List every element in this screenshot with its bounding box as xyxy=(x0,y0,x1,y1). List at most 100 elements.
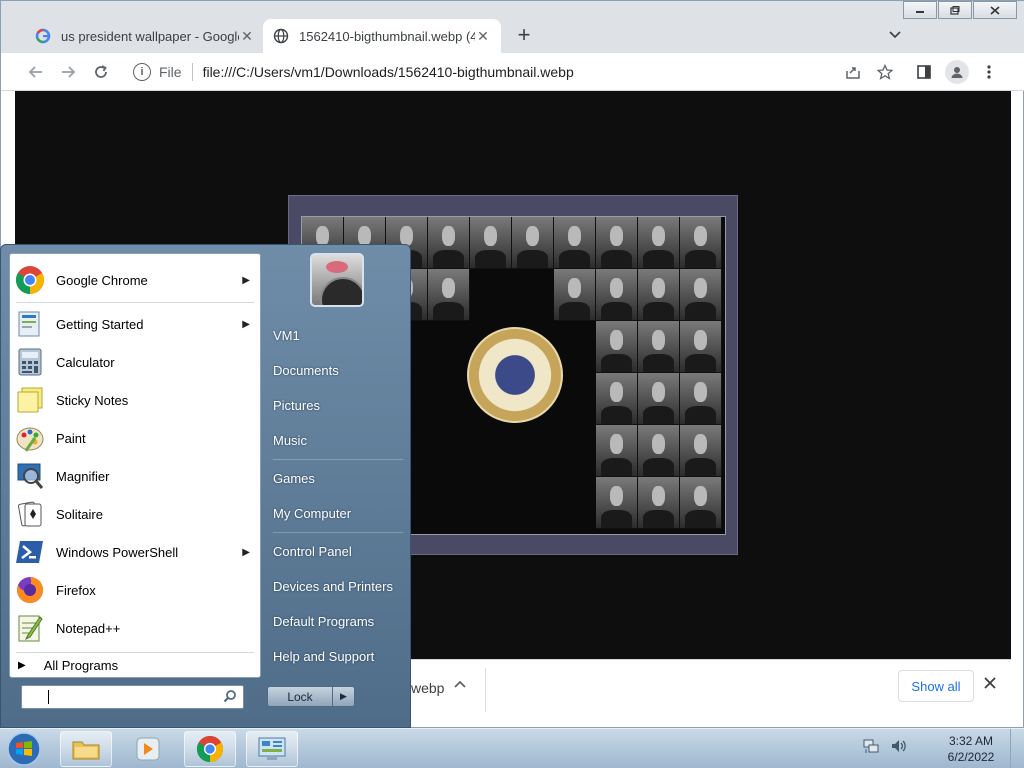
taskbar-chrome[interactable] xyxy=(184,731,236,767)
program-firefox[interactable]: Firefox xyxy=(10,571,260,609)
portrait-suit xyxy=(642,405,675,424)
president-portrait xyxy=(554,269,596,321)
portrait-face xyxy=(358,226,371,246)
program-notepad-plus-plus[interactable]: Notepad++ xyxy=(10,609,260,647)
download-divider xyxy=(485,668,486,712)
president-portrait xyxy=(638,373,680,425)
network-icon[interactable] xyxy=(862,737,880,758)
download-filename[interactable]: webp xyxy=(411,680,444,696)
portrait-face xyxy=(652,278,665,298)
link-help-and-support[interactable]: Help and Support xyxy=(273,649,403,664)
portrait-suit xyxy=(432,249,465,268)
link-default-programs[interactable]: Default Programs xyxy=(273,614,403,629)
tab-title: 1562410-bigthumbnail.webp (45 xyxy=(299,28,475,44)
paint-icon xyxy=(14,422,46,454)
link-music[interactable]: Music xyxy=(273,433,403,448)
profile-avatar-icon[interactable] xyxy=(945,60,969,84)
taskbar-control-panel[interactable] xyxy=(246,731,298,767)
start-menu-places-pane: VM1 Documents Pictures Music Games My Co… xyxy=(263,245,411,729)
tab-google-search[interactable]: us president wallpaper - Google ✕ xyxy=(25,19,265,53)
all-programs-button[interactable]: ▶ All Programs xyxy=(18,658,118,673)
program-google-chrome[interactable]: Google Chrome ▶ xyxy=(10,261,260,299)
portrait-suit xyxy=(558,301,591,320)
start-search-input[interactable] xyxy=(21,685,244,709)
close-tab-icon[interactable]: ✕ xyxy=(475,28,491,45)
reload-icon[interactable] xyxy=(90,61,112,83)
president-portrait xyxy=(680,269,722,321)
menu-kebab-icon[interactable] xyxy=(978,61,1000,83)
president-portrait xyxy=(638,477,680,529)
search-icon[interactable] xyxy=(223,689,237,706)
program-sticky-notes[interactable]: Sticky Notes xyxy=(10,381,260,419)
program-windows-powershell[interactable]: Windows PowerShell ▶ xyxy=(10,533,260,571)
share-icon[interactable] xyxy=(842,61,864,83)
program-getting-started[interactable]: Getting Started ▶ xyxy=(10,305,260,343)
close-tab-icon[interactable]: ✕ xyxy=(239,28,255,45)
google-icon xyxy=(35,28,51,44)
tab-title: us president wallpaper - Google xyxy=(61,28,239,44)
solitaire-icon xyxy=(14,498,46,530)
chevron-up-icon[interactable] xyxy=(453,678,467,697)
show-all-button[interactable]: Show all xyxy=(898,670,974,702)
program-label: Magnifier xyxy=(56,468,110,484)
close-window-button[interactable] xyxy=(973,1,1017,19)
presidential-seal xyxy=(467,327,563,423)
tab-image[interactable]: 1562410-bigthumbnail.webp (45 ✕ xyxy=(263,19,501,53)
program-label: Sticky Notes xyxy=(56,392,129,408)
president-portrait xyxy=(680,321,722,373)
tab-search-chevron-icon[interactable] xyxy=(885,27,905,47)
window-controls xyxy=(902,1,1017,19)
program-paint[interactable]: Paint xyxy=(10,419,260,457)
globe-icon xyxy=(273,28,289,44)
taskbar-explorer[interactable] xyxy=(60,731,112,767)
portrait-face xyxy=(652,382,665,402)
lock-button-group: Lock ▶ xyxy=(267,686,357,707)
places-divider xyxy=(273,532,403,533)
start-button[interactable] xyxy=(4,730,44,768)
bookmark-star-icon[interactable] xyxy=(874,61,896,83)
link-documents[interactable]: Documents xyxy=(273,363,403,378)
url-text[interactable]: file:///C:/Users/vm1/Downloads/1562410-b… xyxy=(203,64,574,80)
link-pictures[interactable]: Pictures xyxy=(273,398,403,413)
president-portrait xyxy=(638,217,680,269)
restore-button[interactable] xyxy=(938,1,972,19)
clock-date: 6/2/2022 xyxy=(947,750,995,764)
portrait-suit xyxy=(642,249,675,268)
program-solitaire[interactable]: Solitaire xyxy=(10,495,260,533)
portrait-suit xyxy=(474,249,507,268)
site-info-icon[interactable]: i xyxy=(133,63,151,81)
president-portrait xyxy=(428,269,470,321)
close-download-bar-icon[interactable] xyxy=(983,676,997,695)
windows-orb-icon xyxy=(7,732,41,766)
link-devices-and-printers[interactable]: Devices and Printers xyxy=(273,579,403,594)
link-my-computer[interactable]: My Computer xyxy=(273,506,403,521)
portrait-face xyxy=(694,330,707,350)
minimize-button[interactable] xyxy=(903,1,937,19)
taskbar-clock[interactable]: 3:32 AM 6/2/2022 xyxy=(936,733,1006,765)
link-control-panel[interactable]: Control Panel xyxy=(273,544,403,559)
chrome-icon xyxy=(196,735,224,763)
link-user-folder[interactable]: VM1 xyxy=(273,328,403,343)
chrome-icon xyxy=(14,264,46,296)
clock-time: 3:32 AM xyxy=(948,734,994,748)
user-picture[interactable] xyxy=(310,253,364,307)
shutdown-options-arrow-icon[interactable]: ▶ xyxy=(333,686,355,707)
show-desktop-button[interactable] xyxy=(1010,729,1024,768)
program-magnifier[interactable]: Magnifier xyxy=(10,457,260,495)
portrait-face xyxy=(652,330,665,350)
taskbar-media-player[interactable] xyxy=(122,731,174,767)
volume-icon[interactable] xyxy=(890,737,908,758)
back-arrow-icon[interactable] xyxy=(25,61,47,83)
address-bar[interactable]: i File file:///C:/Users/vm1/Downloads/15… xyxy=(123,58,913,86)
portrait-suit xyxy=(642,353,675,372)
submenu-arrow-icon: ▶ xyxy=(242,318,250,330)
link-games[interactable]: Games xyxy=(273,471,403,486)
president-portrait xyxy=(596,269,638,321)
lock-button[interactable]: Lock xyxy=(267,686,333,707)
new-tab-button[interactable]: + xyxy=(513,24,535,47)
portrait-face xyxy=(526,226,539,246)
side-panel-icon[interactable] xyxy=(913,61,935,83)
forward-arrow-icon[interactable] xyxy=(57,61,79,83)
president-portrait xyxy=(470,217,512,269)
program-calculator[interactable]: Calculator xyxy=(10,343,260,381)
